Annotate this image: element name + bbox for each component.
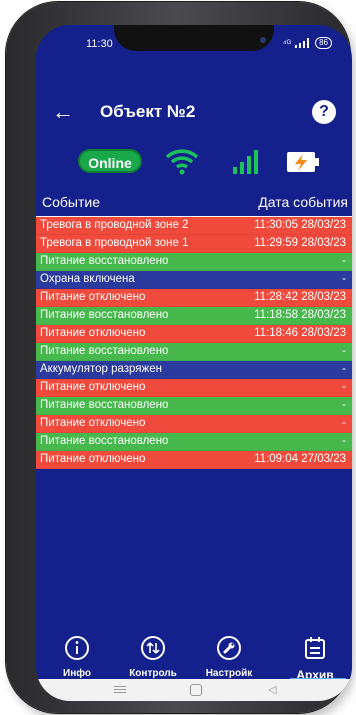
row-event: Охрана включена xyxy=(40,273,135,285)
row-date: - xyxy=(342,399,346,411)
status-icons: ⁴ᴳ 86 xyxy=(283,37,332,49)
recent-apps-icon[interactable] xyxy=(114,684,126,694)
table-row[interactable]: Питание отключено - xyxy=(36,379,352,397)
system-back-icon[interactable]: ◁ xyxy=(268,683,276,696)
back-arrow-icon[interactable]: ← xyxy=(52,99,74,125)
signal-icon xyxy=(295,38,310,48)
row-event: Питание отключено xyxy=(40,327,146,339)
row-date: 11:18:58 28/03/23 xyxy=(254,309,346,321)
wrench-icon xyxy=(217,636,241,660)
row-event: Питание восстановлено xyxy=(40,399,169,411)
row-date: - xyxy=(342,381,346,393)
table-row[interactable]: Питание восстановлено 11:18:58 28/03/23 xyxy=(36,307,352,325)
row-date: 11:28:42 28/03/23 xyxy=(254,291,346,303)
wifi-icon xyxy=(165,149,199,175)
row-event: Питание отключено xyxy=(40,417,146,429)
events-table-header: Событие Дата события xyxy=(36,188,352,217)
row-date: - xyxy=(342,273,346,285)
table-row[interactable]: Питание восстановлено - xyxy=(36,343,352,361)
row-date: 11:29:59 28/03/23 xyxy=(254,237,346,249)
events-list: Тревога в проводной зоне 2 11:30:05 28/03… xyxy=(36,217,352,469)
power-battery-icon xyxy=(287,152,319,172)
row-date: - xyxy=(342,363,346,375)
online-badge: Online xyxy=(78,149,142,173)
table-row[interactable]: Аккумулятор разряжен - xyxy=(36,361,352,379)
help-icon[interactable]: ? xyxy=(312,100,336,124)
phone-frame: 11:30 ⁴ᴳ 86 ← Объект №2 ? Online Событие… xyxy=(6,2,352,713)
nav-settings[interactable]: Настройк xyxy=(194,635,264,679)
app-bar: ← Объект №2 ? xyxy=(36,97,352,131)
column-event: Событие xyxy=(42,194,100,210)
row-event: Питание восстановлено xyxy=(40,255,169,267)
network-type-icon: ⁴ᴳ xyxy=(282,38,292,48)
column-date: Дата события xyxy=(258,194,348,210)
nav-settings-label: Настройк xyxy=(205,668,253,679)
device-status-row: Online xyxy=(36,147,352,177)
status-bar: 11:30 ⁴ᴳ 86 xyxy=(36,25,352,65)
status-time: 11:30 xyxy=(86,38,113,50)
row-event: Питание отключено xyxy=(40,381,146,393)
table-row[interactable]: Питание отключено - xyxy=(36,415,352,433)
row-date: 11:30:05 28/03/23 xyxy=(254,219,346,231)
table-row[interactable]: Питание отключено 11:18:46 28/03/23 xyxy=(36,325,352,343)
page-title: Объект №2 xyxy=(100,102,196,121)
row-event: Питание отключено xyxy=(40,291,146,303)
system-nav-bar: ◁ xyxy=(36,679,352,701)
calendar-icon xyxy=(305,637,325,659)
row-date: - xyxy=(342,255,346,267)
nav-control-label: Контроль xyxy=(129,668,177,679)
row-date: 11:09:04 27/03/23 xyxy=(254,453,346,465)
row-date: - xyxy=(342,417,346,429)
nav-info[interactable]: Инфо xyxy=(42,635,112,679)
info-icon xyxy=(65,636,89,660)
row-event: Тревога в проводной зоне 2 xyxy=(40,219,189,231)
table-row[interactable]: Питание отключено 11:28:42 28/03/23 xyxy=(36,289,352,307)
table-row[interactable]: Питание восстановлено - xyxy=(36,397,352,415)
row-date: - xyxy=(342,435,346,447)
nav-archive[interactable]: Архив xyxy=(280,635,350,682)
table-row[interactable]: Тревога в проводной зоне 1 11:29:59 28/03… xyxy=(36,235,352,253)
nav-control[interactable]: Контроль xyxy=(118,635,188,679)
row-event: Питание восстановлено xyxy=(40,435,169,447)
app-screen: 11:30 ⁴ᴳ 86 ← Объект №2 ? Online Событие… xyxy=(36,25,352,701)
control-icon xyxy=(141,636,165,660)
gsm-signal-icon xyxy=(233,150,258,174)
table-row[interactable]: Питание восстановлено - xyxy=(36,433,352,451)
bottom-nav: Инфо Контроль Настройк Архив xyxy=(36,635,352,683)
table-row[interactable]: Питание восстановлено - xyxy=(36,253,352,271)
battery-icon: 86 xyxy=(315,37,332,49)
home-icon[interactable] xyxy=(190,684,202,696)
row-event: Питание восстановлено xyxy=(40,345,169,357)
table-row[interactable]: Питание отключено 11:09:04 27/03/23 xyxy=(36,451,352,469)
row-event: Аккумулятор разряжен xyxy=(40,363,162,375)
row-date: 11:18:46 28/03/23 xyxy=(254,327,346,339)
row-date: - xyxy=(342,345,346,357)
row-event: Питание отключено xyxy=(40,453,146,465)
nav-info-label: Инфо xyxy=(63,668,91,679)
table-row[interactable]: Охрана включена - xyxy=(36,271,352,289)
row-event: Питание восстановлено xyxy=(40,309,169,321)
row-event: Тревога в проводной зоне 1 xyxy=(40,237,189,249)
table-row[interactable]: Тревога в проводной зоне 2 11:30:05 28/03… xyxy=(36,217,352,235)
